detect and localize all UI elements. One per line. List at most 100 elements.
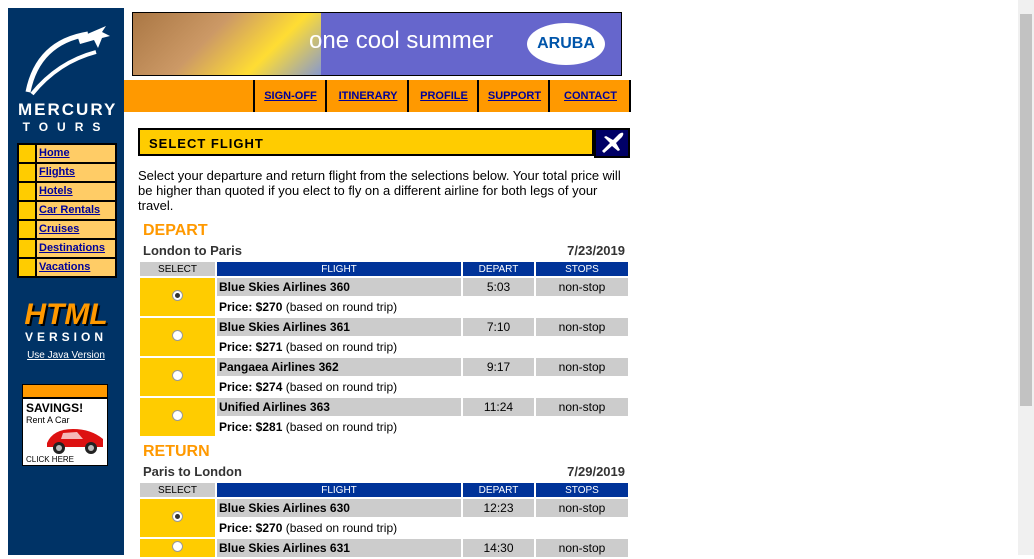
html-version-badge: HTML VERSION Use Java Version — [20, 298, 112, 362]
ad-header-bar — [22, 384, 108, 398]
flight-stops: non-stop — [536, 278, 628, 296]
nav-bullet — [19, 164, 35, 181]
flight-radio[interactable] — [172, 511, 183, 522]
price-label: Price: $274 — [219, 380, 283, 394]
aruba-badge: ARUBA — [527, 23, 605, 65]
col-depart: DEPART — [463, 262, 534, 276]
ad-body[interactable]: SAVINGS! Rent A Car CLICK HERE — [22, 398, 108, 466]
table-header-row: SELECT FLIGHT DEPART STOPS — [140, 483, 628, 497]
price-label: Price: $281 — [219, 420, 283, 434]
scrollbar-thumb[interactable] — [1020, 14, 1032, 406]
side-nav-link[interactable]: Home — [37, 145, 115, 162]
return-heading: RETURN — [143, 443, 210, 460]
col-depart: DEPART — [463, 483, 534, 497]
airplane-icon — [602, 132, 624, 153]
side-nav-item-home[interactable]: Home — [19, 145, 115, 162]
flight-radio[interactable] — [172, 370, 183, 381]
java-version-link[interactable]: Use Java Version — [20, 350, 112, 361]
brand-name: MERCURY — [18, 100, 118, 119]
select-cell[interactable] — [140, 398, 215, 436]
depart-flights-table: SELECT FLIGHT DEPART STOPS Blue Skies Ai… — [138, 260, 630, 438]
nav-support[interactable]: SUPPORT — [477, 80, 550, 112]
mercury-tours-logo[interactable]: MERCURY TOURS — [18, 22, 118, 134]
flight-time: 11:24 — [463, 398, 534, 416]
col-flight: FLIGHT — [217, 262, 461, 276]
side-nav-item-hotels[interactable]: Hotels — [19, 183, 115, 200]
nav-bullet — [19, 202, 35, 219]
table-row: Blue Skies Airlines 631 14:30 non-stop — [140, 539, 628, 557]
flight-name: Unified Airlines 363 — [217, 398, 461, 416]
ad-cta[interactable]: CLICK HERE — [26, 455, 74, 464]
flight-stops: non-stop — [536, 358, 628, 376]
promo-banner[interactable]: one cool summer ARUBA — [132, 12, 622, 76]
side-nav-link[interactable]: Vacations — [37, 259, 115, 276]
price-note: (based on round trip) — [285, 420, 398, 434]
nav-bullet — [19, 145, 35, 162]
side-nav-item-vacations[interactable]: Vacations — [19, 259, 115, 276]
side-nav-item-cruises[interactable]: Cruises — [19, 221, 115, 238]
depart-heading: DEPART — [143, 222, 208, 239]
page-scrollbar[interactable] — [1018, 0, 1034, 555]
nav-contact[interactable]: CONTACT — [548, 80, 631, 112]
flight-stops: non-stop — [536, 398, 628, 416]
side-nav-link[interactable]: Flights — [37, 164, 115, 181]
table-row: Unified Airlines 363 11:24 non-stop — [140, 398, 628, 436]
price-cell: Price: $274 (based on round trip) — [217, 378, 628, 396]
flight-radio[interactable] — [172, 290, 183, 301]
flight-radio[interactable] — [172, 330, 183, 341]
nav-bullet — [19, 221, 35, 238]
side-nav-link[interactable]: Car Rentals — [37, 202, 115, 219]
select-cell[interactable] — [140, 278, 215, 316]
flight-radio[interactable] — [172, 541, 183, 552]
table-header-row: SELECT FLIGHT DEPART STOPS — [140, 262, 628, 276]
side-nav-link[interactable]: Destinations — [37, 240, 115, 257]
rent-a-car-ad[interactable]: SAVINGS! Rent A Car CLICK HERE — [22, 384, 108, 466]
depart-route: London to Paris — [143, 243, 242, 258]
price-note: (based on round trip) — [285, 340, 398, 354]
red-car-icon — [47, 429, 103, 454]
banner-photo — [133, 13, 321, 75]
html-version-sub: VERSION — [24, 330, 107, 344]
select-cell[interactable] — [140, 539, 215, 557]
table-row: Blue Skies Airlines 630 12:23 non-stop — [140, 499, 628, 537]
nav-sign-off[interactable]: SIGN-OFF — [253, 80, 326, 112]
select-cell[interactable] — [140, 358, 215, 396]
col-select: SELECT — [140, 483, 215, 497]
nav-profile[interactable]: PROFILE — [407, 80, 479, 112]
flight-name: Pangaea Airlines 362 — [217, 358, 461, 376]
price-label: Price: $271 — [219, 340, 283, 354]
price-cell: Price: $271 (based on round trip) — [217, 338, 628, 356]
return-flights-table: SELECT FLIGHT DEPART STOPS Blue Skies Ai… — [138, 481, 630, 559]
intro-text: Select your departure and return flight … — [138, 168, 621, 213]
html-version-title: HTML — [24, 298, 108, 331]
plane-logo-icon — [25, 26, 110, 96]
side-nav-item-destinations[interactable]: Destinations — [19, 240, 115, 257]
select-cell[interactable] — [140, 499, 215, 537]
page-title: SELECT FLIGHT — [138, 128, 594, 156]
sidebar: MERCURY TOURS Home Flights Hotels Car Re… — [8, 8, 124, 555]
airplane-icon-box — [594, 128, 630, 158]
side-nav-link[interactable]: Cruises — [37, 221, 115, 238]
side-nav: Home Flights Hotels Car Rentals Cruises … — [17, 143, 117, 278]
select-cell[interactable] — [140, 318, 215, 356]
col-flight: FLIGHT — [217, 483, 461, 497]
flight-time: 14:30 — [463, 539, 534, 557]
brand-sub: TOURS — [22, 120, 110, 134]
side-nav-item-car-rentals[interactable]: Car Rentals — [19, 202, 115, 219]
side-nav-item-flights[interactable]: Flights — [19, 164, 115, 181]
return-date: 7/29/2019 — [567, 464, 625, 479]
flight-stops: non-stop — [536, 499, 628, 517]
col-stops: STOPS — [536, 483, 628, 497]
flight-radio[interactable] — [172, 410, 183, 421]
price-cell: Price: $281 (based on round trip) — [217, 418, 628, 436]
flight-stops: non-stop — [536, 318, 628, 336]
table-row: Pangaea Airlines 362 9:17 non-stop — [140, 358, 628, 396]
price-cell: Price: $270 (based on round trip) — [217, 519, 628, 537]
flight-time: 5:03 — [463, 278, 534, 296]
flight-stops: non-stop — [536, 539, 628, 557]
price-note: (based on round trip) — [285, 300, 398, 314]
price-cell: Price: $270 (based on round trip) — [217, 298, 628, 316]
side-nav-link[interactable]: Hotels — [37, 183, 115, 200]
banner-slogan: one cool summer — [309, 27, 494, 54]
nav-itinerary[interactable]: ITINERARY — [325, 80, 409, 112]
